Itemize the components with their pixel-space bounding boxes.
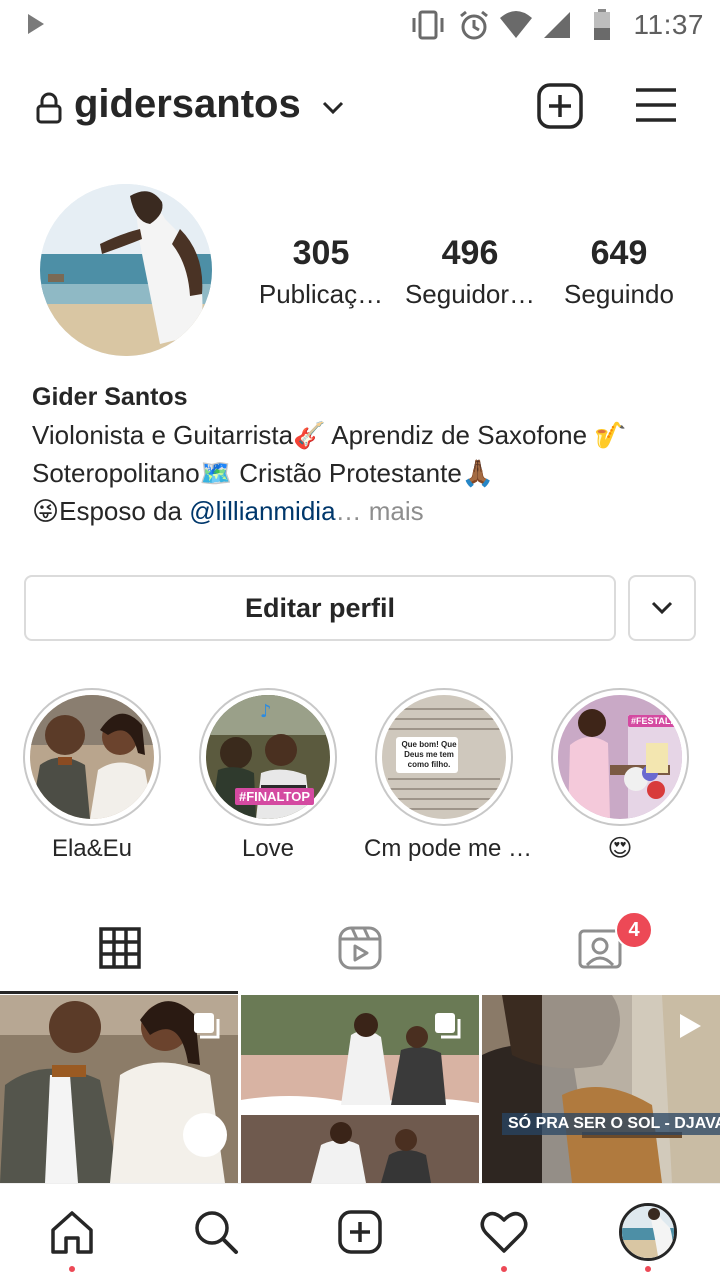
story-highlight[interactable]: Ela&Eu [12,688,172,866]
tab-grid[interactable] [0,905,240,991]
notification-dot [69,1266,75,1272]
highlight-cover [30,695,154,819]
new-post-icon[interactable] [536,82,584,130]
profile-avatar[interactable] [40,184,212,356]
notification-dot [501,1266,507,1272]
username-title[interactable]: gidersantos [74,82,301,127]
tagged-count-badge: 4 [615,911,653,949]
battery-icon [594,9,610,40]
video-caption: SÓ PRA SER O SOL - DJAVAN [502,1113,720,1135]
nav-home[interactable] [42,1202,102,1272]
active-tab-indicator [0,991,238,994]
nav-new-post[interactable] [330,1202,390,1262]
posts-count: 305 [292,234,350,272]
clock: 11:37 [633,9,704,40]
story-highlight[interactable]: ♪ #FINALTOP Love [188,688,348,866]
highlight-label: Ela&Eu [51,835,133,862]
tab-reels[interactable] [240,905,480,991]
play-store-notification-icon [28,14,44,34]
suggestions-toggle-button[interactable] [628,575,696,641]
highlight-cover: #FESTALINDA [558,695,682,819]
highlight-cover: Que bom! Que Deus me tem como filho. [382,695,506,819]
status-bar: 11:37 [0,0,720,50]
highlight-ring: Que bom! Que Deus me tem como filho. [375,688,513,826]
nav-search[interactable] [186,1202,246,1262]
wifi-icon [500,11,532,38]
highlight-ring: ♪ #FINALTOP [199,688,337,826]
heart-icon [480,1211,528,1253]
post-thumbnail[interactable] [0,995,238,1183]
highlight-label: Love [241,835,295,862]
followers-label: Seguidor… [404,279,536,309]
video-icon [680,1014,701,1038]
vibrate-icon [412,10,444,40]
tab-tagged[interactable] [480,905,720,991]
chevron-down-icon [651,601,673,615]
bio-line: Violonista e Guitarrista🎸 Aprendiz de Sa… [32,420,627,450]
nav-profile[interactable] [618,1202,678,1272]
highlight-label: Cm pode me … [364,835,533,862]
bio-line: Soteropolitano🗺️ Cristão Protestante🙏🏾 [32,458,495,488]
profile-header: gidersantos [0,60,720,150]
svg-text:♪: ♪ [260,701,272,722]
menu-icon[interactable] [634,85,678,125]
stat-followers[interactable]: 496 Seguidor… [395,232,545,314]
highlight-label: 😍 [607,835,633,862]
highlight-cover: ♪ #FINALTOP [206,695,330,819]
post-thumbnail[interactable] [241,995,479,1183]
highlight-sticker: #FINALTOP [235,788,315,805]
highlight-quote: Que bom! Que Deus me tem como filho. [401,740,457,769]
search-icon [195,1211,238,1254]
highlight-ring [23,688,161,826]
posts-label: Publicaç… [258,279,384,309]
chevron-down-icon[interactable] [320,98,346,118]
lock-icon [36,92,62,124]
grid-icon [99,927,141,969]
edit-profile-button[interactable]: Editar perfil [24,575,616,641]
story-highlight[interactable]: #FESTALINDA 😍 [540,688,700,866]
notification-dot [645,1266,651,1272]
following-label: Seguindo [564,279,674,309]
signal-icon [544,12,570,38]
bottom-navigation [0,1183,720,1280]
carousel-icon [435,1013,461,1039]
reels-icon [338,926,382,970]
more-link[interactable]: … mais [336,496,424,526]
profile-tabs [0,905,720,994]
stat-posts[interactable]: 305 Publicaç… [246,232,396,314]
mention-link[interactable]: @lillianmidia [189,496,335,526]
home-icon [51,1211,93,1254]
story-highlight[interactable]: Que bom! Que Deus me tem como filho. Cm … [364,688,533,866]
following-count: 649 [590,234,648,272]
highlight-ring: #FESTALINDA [551,688,689,826]
bio-text: 😜Esposo da [32,496,190,526]
carousel-icon [194,1013,220,1039]
display-name: Gider Santos [32,383,188,411]
add-post-icon [338,1210,382,1254]
bio-line: 😜Esposo da @lillianmidia… mais [32,492,692,530]
bio-section: Gider Santos Violonista e Guitarrista🎸 A… [32,378,692,530]
stat-following[interactable]: 649 Seguindo [544,232,694,314]
highlight-sticker: #FESTALINDA [628,715,682,727]
alarm-icon [460,10,488,40]
profile-avatar-small [619,1203,677,1261]
post-thumbnail[interactable]: SÓ PRA SER O SOL - DJAVAN [482,995,720,1183]
nav-activity[interactable] [474,1202,534,1272]
followers-count: 496 [441,234,499,272]
